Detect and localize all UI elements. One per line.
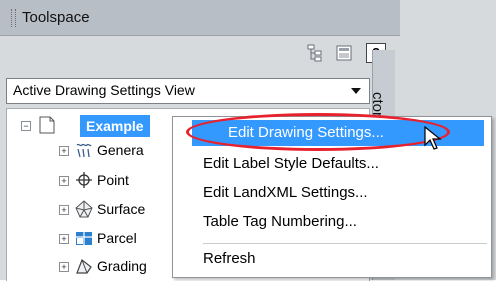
parcel-icon <box>76 232 92 245</box>
menu-item-edit-landxml-settings[interactable]: Edit LandXML Settings... <box>203 179 368 207</box>
expand-icon[interactable]: + <box>59 262 69 272</box>
tree-root-label[interactable]: Example <box>80 115 150 137</box>
tree-item-label: Grading <box>97 258 147 274</box>
expand-icon[interactable]: + <box>59 176 69 186</box>
expand-icon[interactable]: + <box>59 146 69 156</box>
title-bar[interactable]: Toolspace <box>0 0 400 36</box>
view-selector-value: Active Drawing Settings View <box>13 82 195 98</box>
side-tab-label: ctor <box>369 92 386 118</box>
drag-grip-icon[interactable] <box>11 9 16 27</box>
view-selector-dropdown[interactable]: Active Drawing Settings View <box>6 78 370 104</box>
surface-icon <box>75 200 93 218</box>
drawing-icon <box>39 116 55 134</box>
annotation-oval <box>186 113 450 151</box>
general-icon <box>76 143 92 158</box>
menu-separator <box>203 243 487 244</box>
expand-icon[interactable]: + <box>59 205 69 215</box>
grading-icon <box>76 259 92 274</box>
tree-item-label: Parcel <box>97 230 137 246</box>
item-view-icon[interactable] <box>335 44 353 62</box>
point-icon <box>76 172 92 188</box>
toolspace-window: Toolspace ? Active Drawing Settings View… <box>0 0 496 281</box>
expand-icon[interactable]: + <box>59 234 69 244</box>
tree-item-label: Genera <box>97 142 144 158</box>
menu-item-table-tag-numbering[interactable]: Table Tag Numbering... <box>203 208 357 236</box>
window-title: Toolspace <box>22 9 90 26</box>
collapse-icon[interactable]: − <box>21 121 31 131</box>
mouse-cursor-icon <box>424 126 442 150</box>
tree-item-label: Surface <box>97 201 146 217</box>
toolbar: ? <box>0 36 400 70</box>
tree-item-label: Point <box>97 172 129 188</box>
menu-item-refresh[interactable]: Refresh <box>203 245 256 273</box>
menu-item-edit-label-style-defaults[interactable]: Edit Label Style Defaults... <box>203 150 379 178</box>
chevron-down-icon[interactable] <box>351 88 361 94</box>
tree-view-icon[interactable] <box>306 44 324 62</box>
